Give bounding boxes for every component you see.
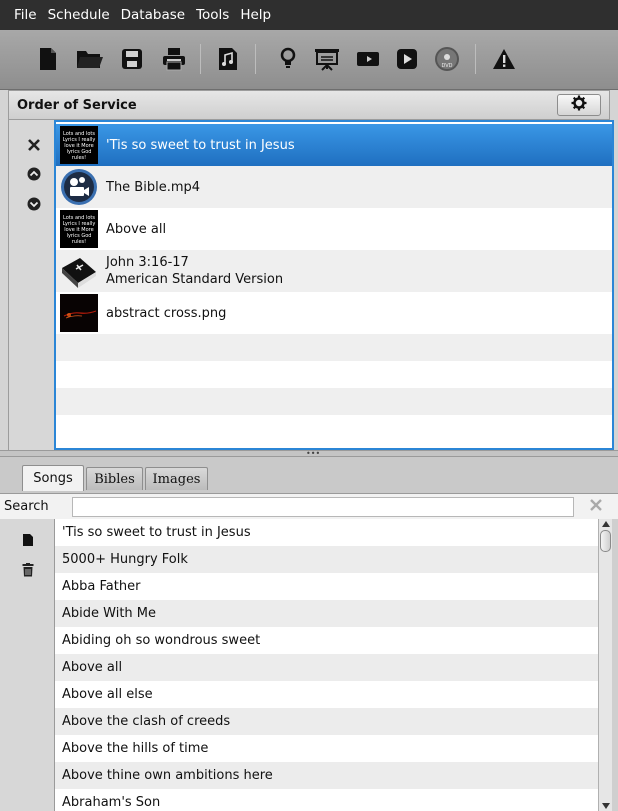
- trash-icon: [22, 563, 34, 581]
- image-thumbnail: [60, 294, 98, 332]
- order-of-service-list[interactable]: Lots and lots Lyrics I really love it Mo…: [54, 120, 614, 450]
- bible-book-icon: [60, 252, 98, 290]
- list-item[interactable]: 'Tis so sweet to trust in Jesus: [55, 519, 598, 546]
- svg-text:DVD: DVD: [441, 63, 452, 69]
- empty-row: [56, 361, 612, 388]
- order-of-service-controls: [8, 120, 54, 450]
- schedule-item[interactable]: abstract cross.png: [56, 292, 612, 334]
- save-icon[interactable]: [118, 44, 146, 74]
- bible-version: American Standard Version: [106, 272, 284, 287]
- schedule-item[interactable]: The Bible.mp4: [56, 166, 612, 208]
- settings-button[interactable]: [557, 94, 601, 116]
- song-music-icon[interactable]: [214, 44, 242, 74]
- notice-bulb-icon[interactable]: [274, 44, 302, 74]
- close-icon: [590, 499, 602, 515]
- lyrics-thumbnail: Lots and lots Lyrics I really love it Mo…: [60, 210, 98, 248]
- schedule-item-label: Above all: [106, 221, 167, 237]
- list-item[interactable]: Above the clash of creeds: [55, 708, 598, 735]
- songs-list[interactable]: 'Tis so sweet to trust in Jesus 5000+ Hu…: [54, 519, 598, 811]
- schedule-item-label: abstract cross.png: [106, 305, 227, 321]
- library-tabs: Songs Bibles Images: [0, 457, 618, 493]
- toolbar-separator: [475, 44, 476, 74]
- move-up-button[interactable]: [25, 167, 43, 185]
- print-icon[interactable]: [160, 44, 188, 74]
- tab-images[interactable]: Images: [145, 467, 208, 490]
- menu-help[interactable]: Help: [240, 7, 271, 23]
- songs-scrollbar[interactable]: [598, 519, 612, 811]
- list-item[interactable]: Abraham's Son: [55, 789, 598, 811]
- empty-row: [56, 388, 612, 415]
- remove-item-button[interactable]: [25, 138, 43, 156]
- dvd-icon[interactable]: DVD: [433, 44, 461, 74]
- list-item[interactable]: Above thine own ambitions here: [55, 762, 598, 789]
- scroll-up-icon[interactable]: [599, 519, 612, 529]
- presentation-icon[interactable]: [313, 44, 341, 74]
- bible-passage: John 3:16-17: [106, 255, 189, 270]
- right-edge: [612, 519, 618, 811]
- search-label: Search: [4, 499, 49, 514]
- scroll-down-icon[interactable]: [599, 801, 612, 811]
- clear-search-button[interactable]: [586, 497, 606, 517]
- order-of-service-header: Order of Service: [8, 90, 610, 120]
- video-reel-icon: [60, 168, 98, 206]
- list-item[interactable]: Above the hills of time: [55, 735, 598, 762]
- schedule-item[interactable]: Lots and lots Lyrics I really love it Mo…: [56, 208, 612, 250]
- list-item[interactable]: 5000+ Hungry Folk: [55, 546, 598, 573]
- open-folder-icon[interactable]: [76, 44, 104, 74]
- songs-controls: [0, 519, 54, 811]
- menu-schedule[interactable]: Schedule: [48, 7, 110, 23]
- new-schedule-icon[interactable]: [34, 44, 62, 74]
- tab-bibles[interactable]: Bibles: [86, 467, 143, 490]
- tab-songs[interactable]: Songs: [22, 465, 84, 491]
- empty-row: [56, 415, 612, 442]
- list-item[interactable]: Abiding oh so wondrous sweet: [55, 627, 598, 654]
- new-song-button[interactable]: [19, 533, 37, 551]
- menu-bar: File Schedule Database Tools Help: [0, 0, 618, 30]
- list-item[interactable]: Abide With Me: [55, 600, 598, 627]
- search-input[interactable]: [72, 497, 574, 517]
- menu-file[interactable]: File: [14, 7, 37, 23]
- warning-icon[interactable]: [490, 44, 518, 74]
- scroll-thumb[interactable]: [600, 530, 611, 552]
- toolbar-separator: [255, 44, 256, 74]
- menu-database[interactable]: Database: [121, 7, 185, 23]
- schedule-item[interactable]: Lots and lots Lyrics I really love it Mo…: [56, 124, 612, 166]
- pane-splitter[interactable]: •••: [0, 450, 618, 458]
- search-row: Search: [0, 493, 618, 519]
- schedule-item-label: The Bible.mp4: [106, 179, 201, 195]
- play-icon[interactable]: [393, 44, 421, 74]
- close-icon: [28, 139, 40, 155]
- schedule-item-label: John 3:16-17 American Standard Version: [106, 254, 283, 288]
- toolbar: DVD: [0, 30, 618, 90]
- lyrics-thumbnail: Lots and lots Lyrics I really love it Mo…: [60, 126, 98, 164]
- new-document-icon: [22, 533, 34, 551]
- video-camera-icon[interactable]: [354, 44, 382, 74]
- list-item[interactable]: Abba Father: [55, 573, 598, 600]
- move-down-button[interactable]: [25, 197, 43, 215]
- empty-row: [56, 334, 612, 361]
- list-item[interactable]: Above all: [55, 654, 598, 681]
- list-item[interactable]: Above all else: [55, 681, 598, 708]
- gear-icon: [571, 95, 587, 115]
- delete-song-button[interactable]: [19, 563, 37, 581]
- toolbar-separator: [200, 44, 201, 74]
- arrow-up-circle-icon: [27, 167, 41, 185]
- schedule-item-label: 'Tis so sweet to trust in Jesus: [106, 137, 295, 153]
- order-of-service-title: Order of Service: [17, 97, 137, 113]
- arrow-down-circle-icon: [27, 197, 41, 215]
- menu-tools[interactable]: Tools: [196, 7, 229, 23]
- schedule-item[interactable]: John 3:16-17 American Standard Version: [56, 250, 612, 292]
